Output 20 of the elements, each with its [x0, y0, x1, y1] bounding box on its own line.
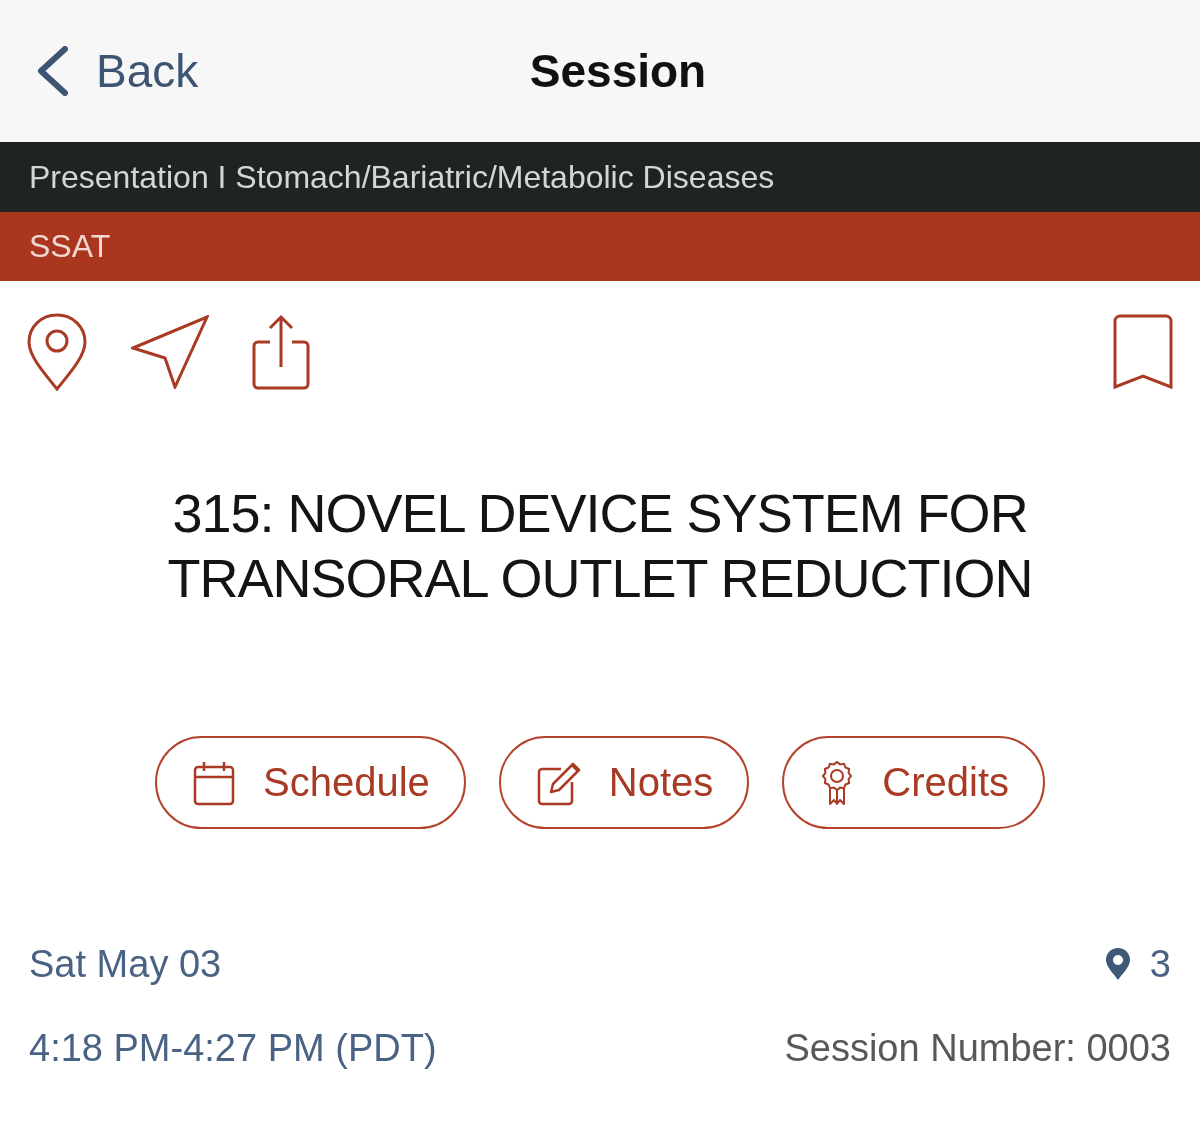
- back-button[interactable]: Back: [36, 44, 199, 98]
- screen-title: Session: [529, 44, 707, 98]
- share-icon[interactable]: [251, 314, 311, 390]
- bookmark-icon[interactable]: [1113, 314, 1173, 390]
- session-date: Sat May 03: [29, 942, 222, 987]
- category-bar: Presentation I Stomach/Bariatric/Metabolic Diseases: [0, 142, 1200, 212]
- paper-plane-icon[interactable]: [131, 315, 209, 389]
- map-pin-icon[interactable]: [27, 313, 87, 391]
- credits-button[interactable]: Credits: [782, 736, 1045, 829]
- society-bar: SSAT: [0, 212, 1200, 281]
- session-number: Session Number: 0003: [784, 1026, 1171, 1071]
- notes-button[interactable]: Notes: [498, 736, 750, 829]
- award-ribbon-icon: [820, 759, 855, 806]
- back-chevron-icon[interactable]: [36, 46, 68, 96]
- schedule-button[interactable]: Schedule: [155, 736, 466, 829]
- room-number: 3: [1149, 942, 1171, 987]
- session-time: 4:18 PM-4:27 PM (PDT): [29, 1026, 437, 1071]
- calendar-icon: [193, 759, 235, 806]
- location-pin-icon: [1105, 948, 1130, 980]
- session-title: 315: NOVEL DEVICE SYSTEM FOR TRANSORAL OUTLET REDUCTION: [166, 482, 1034, 610]
